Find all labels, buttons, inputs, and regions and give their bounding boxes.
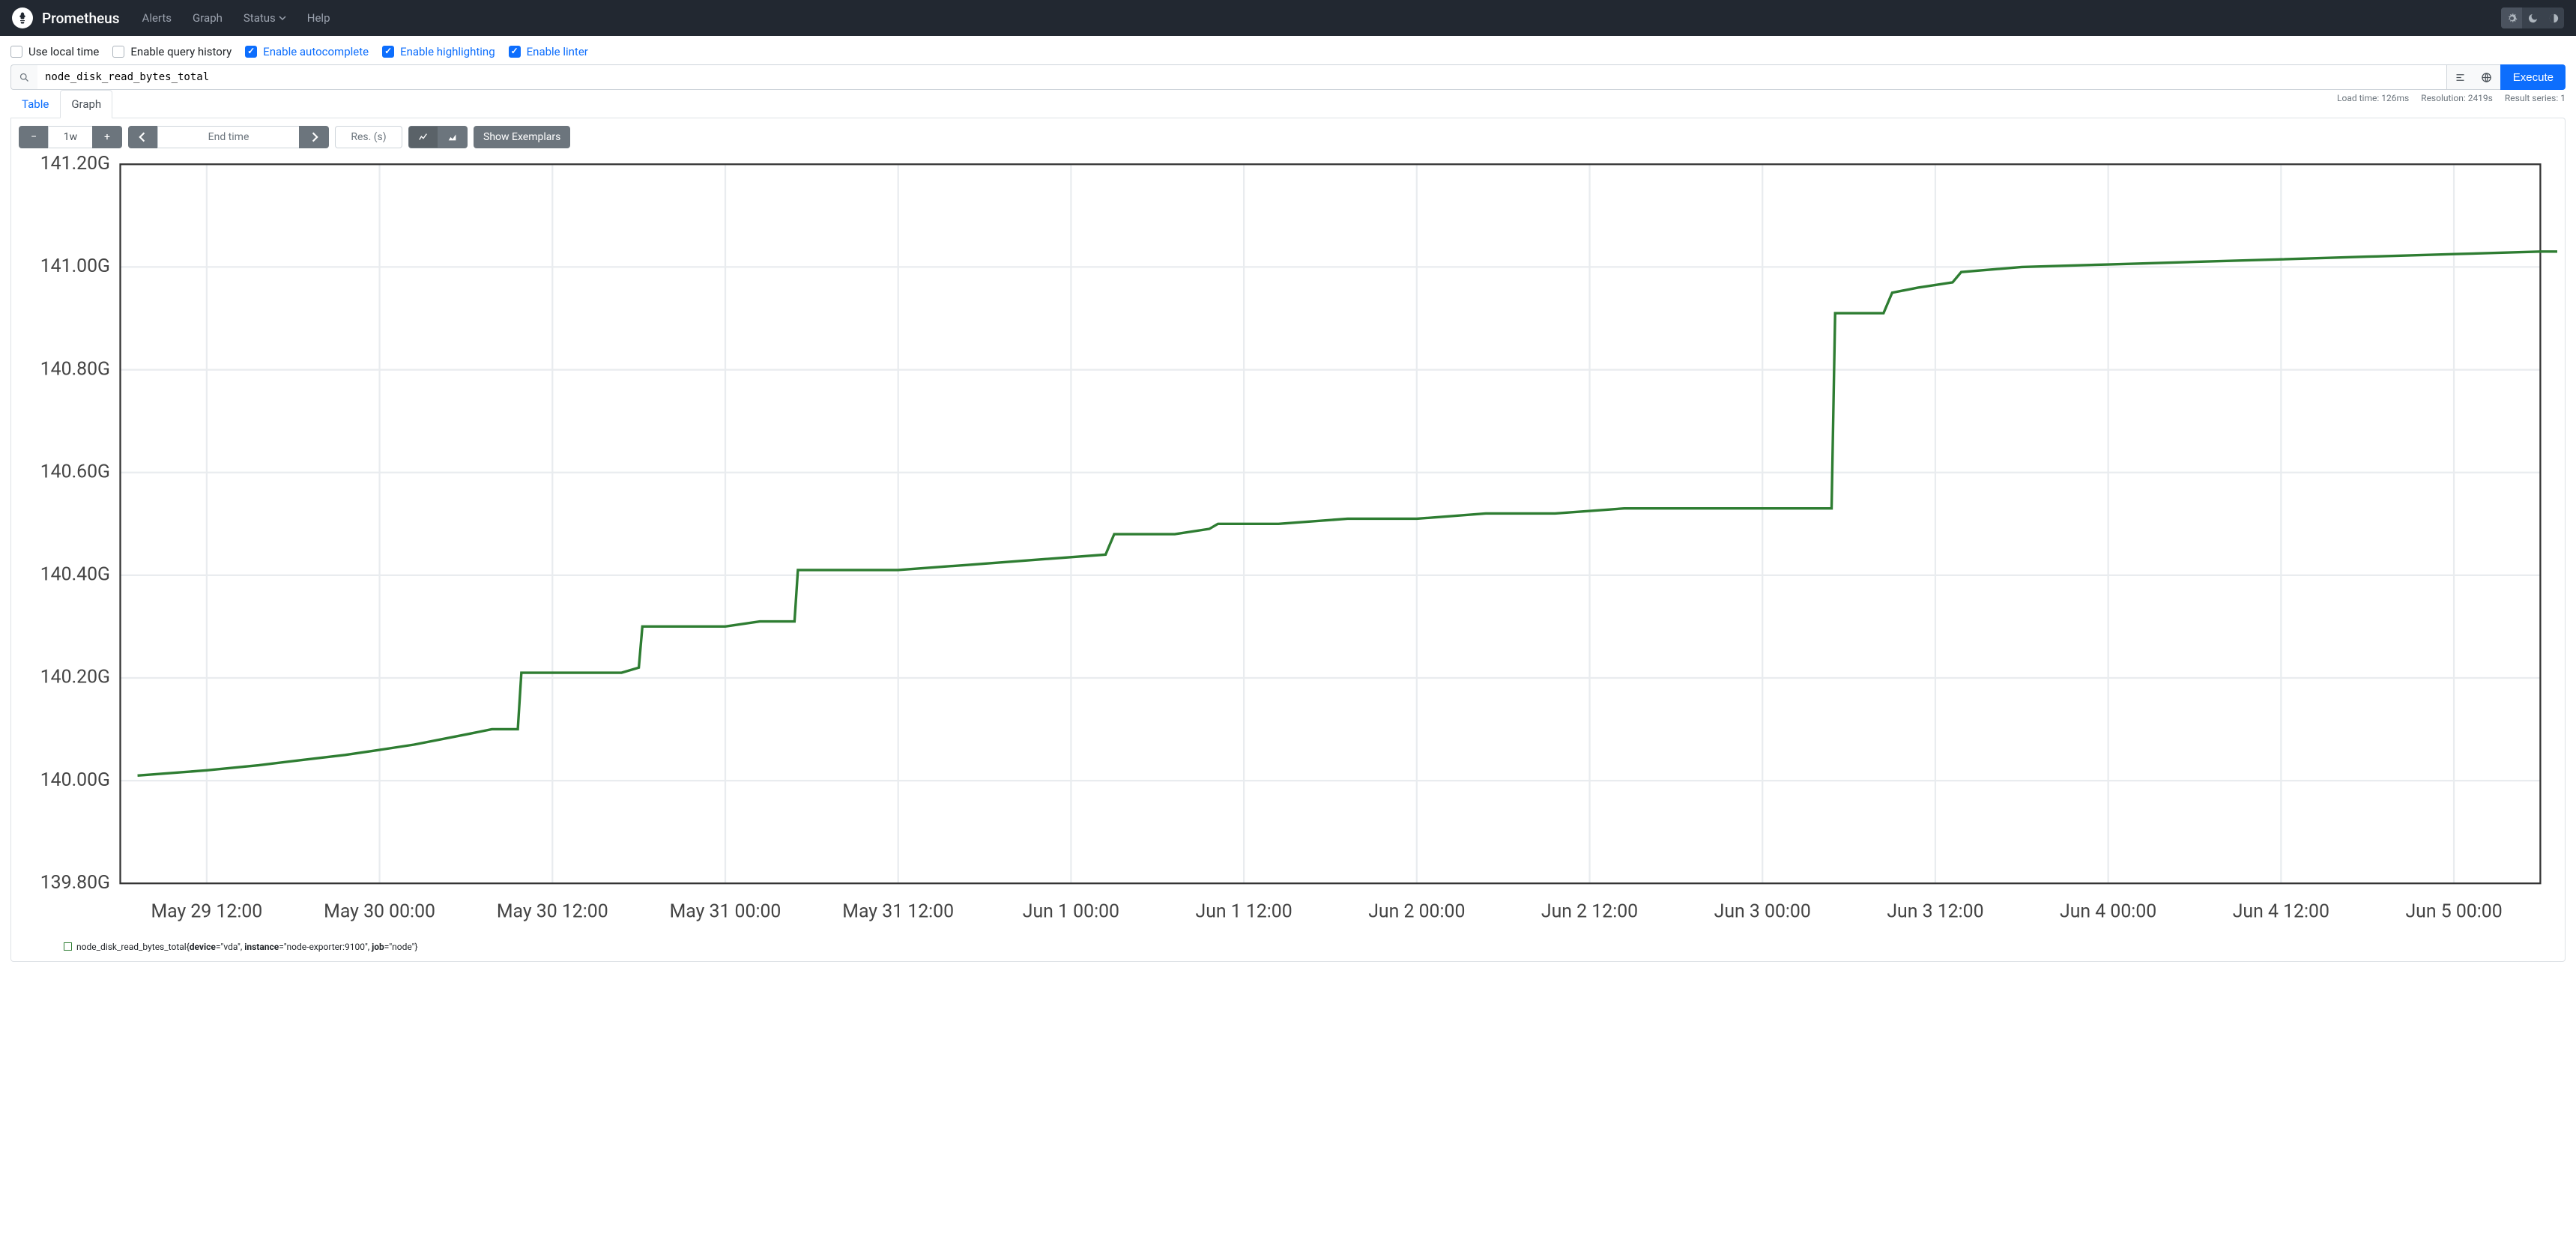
line-chart-mode-button[interactable] xyxy=(408,126,438,148)
svg-text:May 31 12:00: May 31 12:00 xyxy=(842,900,954,922)
graph-panel: − 1w + End time Res. (s) Show Exemplars … xyxy=(10,118,2566,962)
chevron-down-icon xyxy=(279,14,286,22)
prometheus-logo-icon xyxy=(12,7,33,28)
svg-text:May 31 00:00: May 31 00:00 xyxy=(670,900,781,922)
moon-icon xyxy=(2527,13,2539,24)
svg-text:May 29 12:00: May 29 12:00 xyxy=(151,900,262,922)
view-globe-button[interactable] xyxy=(2473,64,2500,90)
brand-title: Prometheus xyxy=(42,10,120,27)
resolution-input[interactable]: Res. (s) xyxy=(335,126,402,148)
show-exemplars-button[interactable]: Show Exemplars xyxy=(474,126,570,148)
svg-text:Jun 1 00:00: Jun 1 00:00 xyxy=(1023,900,1119,922)
options-row: Use local time Enable query history Enab… xyxy=(0,36,2576,64)
tab-graph[interactable]: Graph xyxy=(60,90,112,118)
svg-text:140.80G: 140.80G xyxy=(40,358,110,380)
svg-text:May 30 12:00: May 30 12:00 xyxy=(497,900,608,922)
load-time: Load time: 126ms xyxy=(2337,93,2409,103)
metrics-explorer-button[interactable] xyxy=(10,64,37,90)
svg-text:Jun 4 00:00: Jun 4 00:00 xyxy=(2060,900,2156,922)
resolution: Resolution: 2419s xyxy=(2421,93,2493,103)
range-decrease-button[interactable]: − xyxy=(19,126,49,148)
svg-text:Jun 2 00:00: Jun 2 00:00 xyxy=(1368,900,1465,922)
theme-switcher xyxy=(2501,7,2564,28)
svg-text:Jun 1 12:00: Jun 1 12:00 xyxy=(1196,900,1292,922)
range-increase-button[interactable]: + xyxy=(92,126,122,148)
tab-table[interactable]: Table xyxy=(10,90,60,118)
chevron-right-icon xyxy=(309,132,319,142)
format-icon xyxy=(2455,72,2466,83)
svg-text:139.80G: 139.80G xyxy=(40,872,110,894)
area-chart-icon xyxy=(447,132,458,142)
gear-icon xyxy=(2506,13,2518,24)
svg-text:140.00G: 140.00G xyxy=(40,769,110,791)
use-local-time-checkbox[interactable]: Use local time xyxy=(10,45,99,58)
result-series: Result series: 1 xyxy=(2505,93,2566,103)
view-tabs: Table Graph xyxy=(0,90,2576,118)
theme-auto-button[interactable] xyxy=(2501,7,2522,28)
legend-swatch xyxy=(64,942,72,951)
enable-linter-checkbox[interactable]: Enable linter xyxy=(509,45,588,58)
time-back-button[interactable] xyxy=(128,126,158,148)
stacked-chart-mode-button[interactable] xyxy=(438,126,468,148)
navbar: Prometheus Alerts Graph Status Help xyxy=(0,0,2576,36)
chart-mode-group xyxy=(408,126,468,148)
theme-dark-button[interactable] xyxy=(2522,7,2543,28)
enable-autocomplete-checkbox[interactable]: Enable autocomplete xyxy=(245,45,369,58)
graph-controls: − 1w + End time Res. (s) Show Exemplars xyxy=(19,126,2557,148)
svg-text:Jun 3 00:00: Jun 3 00:00 xyxy=(1714,900,1811,922)
format-query-button[interactable] xyxy=(2446,64,2473,90)
svg-text:140.40G: 140.40G xyxy=(40,564,110,586)
svg-text:140.20G: 140.20G xyxy=(40,667,110,688)
svg-text:Jun 3 12:00: Jun 3 12:00 xyxy=(1887,900,1983,922)
nav-alerts[interactable]: Alerts xyxy=(135,11,180,25)
chevron-left-icon xyxy=(138,132,148,142)
svg-text:Jun 2 12:00: Jun 2 12:00 xyxy=(1541,900,1638,922)
range-input[interactable]: 1w xyxy=(48,126,93,148)
time-forward-button[interactable] xyxy=(299,126,329,148)
nav-help[interactable]: Help xyxy=(300,11,338,25)
endtime-group: End time xyxy=(128,126,329,148)
nav-graph[interactable]: Graph xyxy=(185,11,230,25)
nav-status[interactable]: Status xyxy=(236,11,294,25)
search-icon xyxy=(19,72,30,83)
nav-right xyxy=(2501,7,2564,28)
query-row: Execute xyxy=(0,64,2576,90)
nav-left: Prometheus Alerts Graph Status Help xyxy=(12,7,338,28)
svg-text:May 30 00:00: May 30 00:00 xyxy=(324,900,435,922)
legend-label: node_disk_read_bytes_total{device="vda",… xyxy=(76,942,418,952)
range-group: − 1w + xyxy=(19,126,122,148)
theme-light-button[interactable] xyxy=(2543,7,2564,28)
end-time-input[interactable]: End time xyxy=(157,126,300,148)
svg-text:Jun 4 12:00: Jun 4 12:00 xyxy=(2233,900,2329,922)
line-chart-icon xyxy=(418,132,429,142)
legend[interactable]: node_disk_read_bytes_total{device="vda",… xyxy=(19,934,2557,952)
globe-icon xyxy=(2481,72,2492,83)
chart-area[interactable]: May 29 12:00 May 30 00:00 May 30 12:00 May … xyxy=(19,156,2557,934)
expression-input[interactable] xyxy=(37,64,2446,90)
svg-text:140.60G: 140.60G xyxy=(40,461,110,482)
contrast-icon xyxy=(2548,13,2560,24)
svg-text:Jun 5 00:00: Jun 5 00:00 xyxy=(2405,900,2502,922)
enable-query-history-checkbox[interactable]: Enable query history xyxy=(112,45,232,58)
svg-text:141.20G: 141.20G xyxy=(40,156,110,175)
execute-button[interactable]: Execute xyxy=(2500,64,2566,90)
svg-text:141.00G: 141.00G xyxy=(40,255,110,277)
enable-highlighting-checkbox[interactable]: Enable highlighting xyxy=(382,45,495,58)
